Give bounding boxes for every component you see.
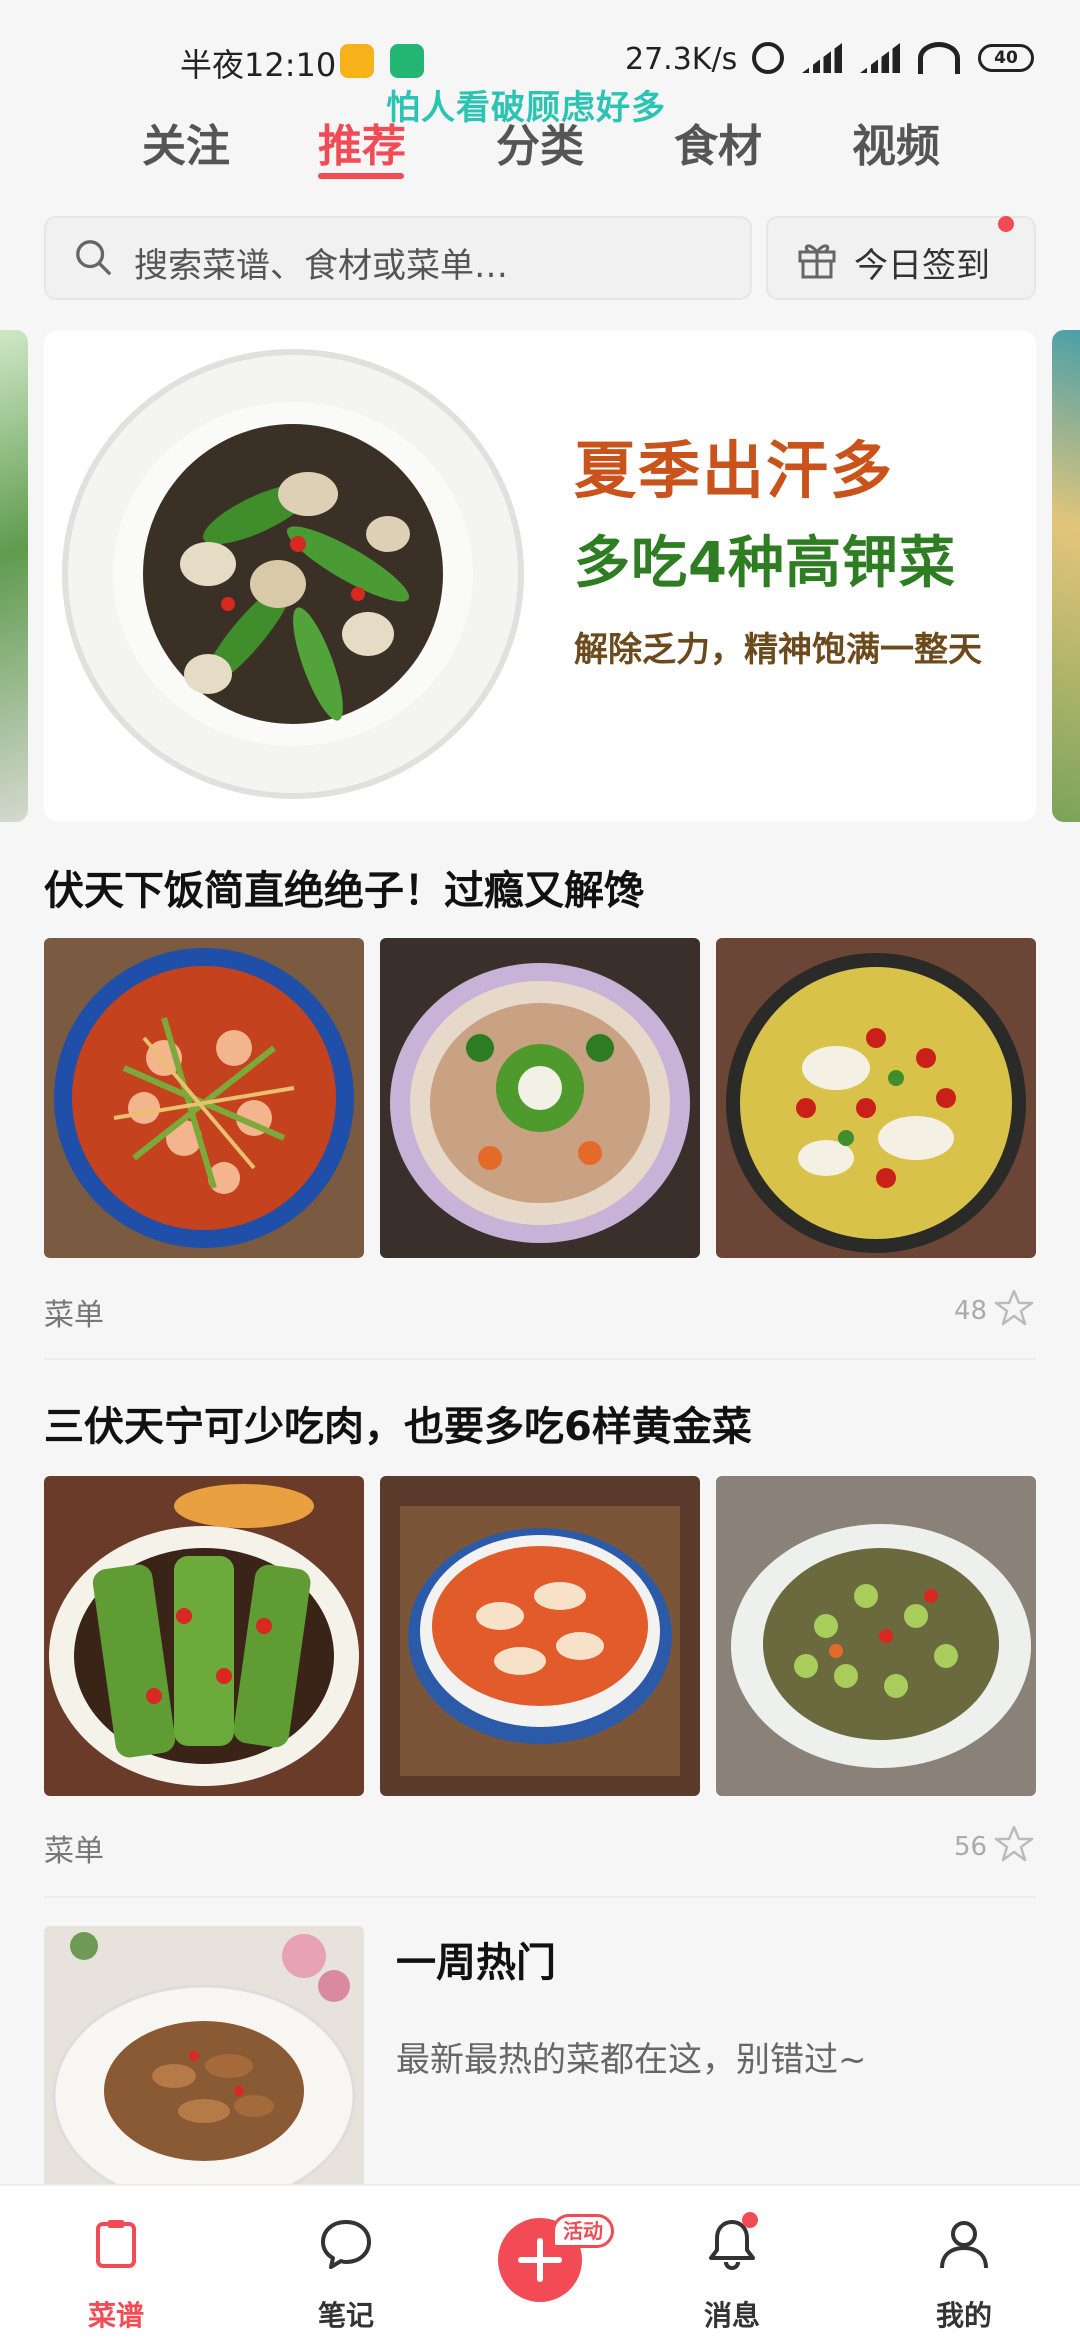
- search-icon: [76, 240, 111, 275]
- wifi-icon: [918, 42, 960, 74]
- nav-notes-label: 笔记: [317, 2299, 374, 2332]
- weekly-hot-photo[interactable]: [44, 1926, 364, 2184]
- dish-image: [716, 938, 1036, 1258]
- menu-photo[interactable]: [716, 938, 1036, 1258]
- dish-image: [44, 1476, 364, 1796]
- favorite-count: 48: [954, 1296, 988, 1326]
- favorite-count: 56: [954, 1832, 988, 1862]
- checkin-label: 今日签到: [854, 246, 990, 286]
- nav-messages-label: 消息: [703, 2299, 760, 2332]
- nav-notes[interactable]: 笔记: [266, 2186, 426, 2340]
- menu-photo[interactable]: [716, 1476, 1036, 1796]
- dish-image: [380, 938, 700, 1258]
- top-tab-bar: 关注 推荐 分类 食材 视频: [0, 110, 1080, 180]
- banner-subtitle: 多吃4种高钾菜: [574, 531, 956, 596]
- divider: [44, 1358, 1036, 1360]
- menu-type-label: 菜单: [44, 1298, 104, 1333]
- menu-photo[interactable]: [44, 1476, 364, 1796]
- menu-title[interactable]: 伏天下饭简直绝绝子！过瘾又解馋: [44, 858, 644, 916]
- menu-type-label: 菜单: [44, 1834, 104, 1869]
- signal-icon: [860, 43, 900, 73]
- menu-photo[interactable]: [380, 1476, 700, 1796]
- nav-recipes[interactable]: 菜谱: [36, 2186, 196, 2340]
- active-tab-indicator: [318, 173, 404, 179]
- star-icon[interactable]: [994, 1288, 1034, 1328]
- network-speed: 27.3K/s: [625, 42, 738, 77]
- dish-image: [62, 349, 524, 799]
- dish-image: [380, 1476, 700, 1796]
- status-icons: 40: [752, 42, 1034, 74]
- tab-follow[interactable]: 关注: [142, 110, 230, 174]
- alarm-icon: [752, 42, 784, 74]
- chat-bubble-icon: [321, 2220, 371, 2269]
- nav-messages[interactable]: 消息: [652, 2186, 812, 2340]
- tab-ingredients[interactable]: 食材: [674, 110, 762, 174]
- weekly-hot-title[interactable]: 一周热门: [396, 1930, 556, 1988]
- weekly-hot-description: 最新最热的菜都在这，别错过~: [396, 2040, 867, 2080]
- status-time: 半夜12:10: [180, 46, 337, 84]
- menu-photo[interactable]: [44, 938, 364, 1258]
- dish-image: [44, 938, 364, 1258]
- battery-icon: 40: [978, 44, 1034, 72]
- menu-title[interactable]: 三伏天宁可少吃肉，也要多吃6样黄金菜: [44, 1394, 752, 1452]
- dish-image: [44, 1926, 364, 2184]
- banner-prev-peek[interactable]: [0, 330, 28, 822]
- banner-title: 夏季出汗多: [574, 434, 895, 507]
- activity-badge[interactable]: 活动: [552, 2214, 614, 2248]
- nav-mine-label: 我的: [935, 2299, 992, 2332]
- app-notification-icon: [390, 44, 424, 78]
- tab-video[interactable]: 视频: [852, 110, 940, 174]
- signal-icon: [802, 43, 842, 73]
- promo-banner[interactable]: 夏季出汗多 多吃4种高钾菜 解除乏力，精神饱满一整天: [44, 330, 1036, 822]
- divider: [44, 1896, 1036, 1898]
- star-icon[interactable]: [994, 1824, 1034, 1864]
- banner-caption: 解除乏力，精神饱满一整天: [574, 630, 982, 670]
- search-placeholder: 搜索菜谱、食材或菜单…: [134, 246, 508, 286]
- daily-checkin-button[interactable]: 今日签到: [766, 216, 1036, 300]
- search-input[interactable]: 搜索菜谱、食材或菜单…: [44, 216, 752, 300]
- menu-photo[interactable]: [380, 938, 700, 1258]
- notification-dot: [998, 216, 1014, 232]
- user-icon: [940, 2221, 988, 2269]
- app-notification-icon: [340, 44, 374, 78]
- banner-next-peek[interactable]: [1052, 330, 1080, 822]
- gift-icon: [798, 244, 836, 279]
- tab-category[interactable]: 分类: [496, 110, 584, 174]
- tab-recommend[interactable]: 推荐: [318, 110, 406, 174]
- clipboard-icon: [96, 2220, 136, 2268]
- nav-recipes-label: 菜谱: [87, 2299, 144, 2332]
- notification-dot: [742, 2212, 758, 2228]
- dish-image: [716, 1476, 1036, 1796]
- nav-mine[interactable]: 我的: [884, 2186, 1044, 2340]
